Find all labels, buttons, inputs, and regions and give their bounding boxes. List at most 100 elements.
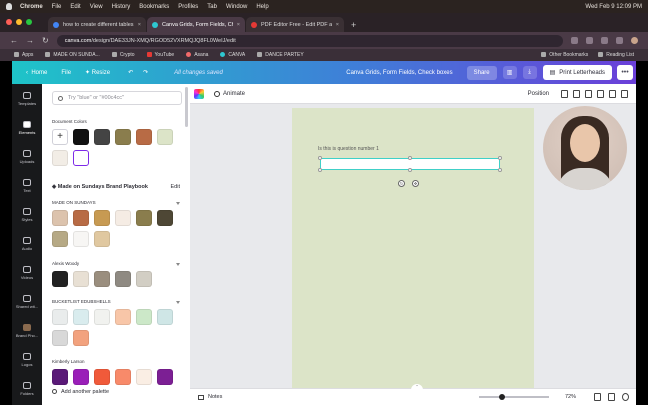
back-arrow-icon[interactable]: ← — [10, 36, 18, 45]
brand-color-swatch[interactable] — [115, 369, 131, 385]
rail-text[interactable]: Text — [12, 179, 42, 193]
minimize-window-button[interactable] — [16, 19, 22, 25]
lock-icon[interactable] — [597, 89, 604, 98]
rail-audio[interactable]: Audio — [12, 237, 42, 251]
menu-window[interactable]: Window — [226, 4, 247, 10]
document-color-swatch[interactable] — [73, 129, 89, 145]
document-color-swatch[interactable] — [52, 150, 68, 166]
home-button[interactable]: ‹ Home — [26, 70, 47, 76]
brand-color-swatch[interactable] — [136, 210, 152, 226]
brand-color-swatch[interactable] — [73, 330, 89, 346]
rail-styles[interactable]: Styles — [12, 208, 42, 222]
edit-brand-kit-button[interactable]: Edit — [171, 184, 180, 190]
document-title[interactable]: Canva Grids, Form Fields, Check boxes — [346, 70, 452, 76]
document-color-swatch[interactable] — [157, 129, 173, 145]
rail-templates[interactable]: Templates — [12, 92, 42, 106]
transparency-icon[interactable] — [573, 89, 580, 98]
bookmark-made-on-sundays[interactable]: MADE ON SUNDA... — [45, 52, 100, 58]
resize-handle[interactable] — [498, 168, 502, 172]
other-bookmarks[interactable]: Other Bookmarks — [541, 52, 588, 58]
menu-history[interactable]: History — [112, 4, 131, 10]
address-bar[interactable]: canva.com/design/DAE33JN-XMQ/RGOD52VXRMQ… — [56, 34, 563, 47]
zoom-slider-knob[interactable] — [498, 394, 505, 400]
resize-handle[interactable] — [408, 168, 412, 172]
menu-bookmarks[interactable]: Bookmarks — [139, 4, 169, 10]
brand-color-swatch[interactable] — [157, 369, 173, 385]
position-button[interactable]: Position — [528, 91, 549, 97]
brand-color-swatch[interactable] — [136, 309, 152, 325]
forward-arrow-icon[interactable]: → — [26, 36, 34, 45]
brand-color-swatch[interactable] — [94, 271, 110, 287]
color-search-input[interactable]: Try "blue" or "#00c4cc" — [52, 91, 182, 105]
design-page[interactable]: Is this is question number 1 ↻ ✥ — [292, 108, 534, 388]
brand-color-swatch[interactable] — [73, 309, 89, 325]
brand-color-swatch[interactable] — [73, 271, 89, 287]
bookmark-crypto[interactable]: Crypto — [111, 52, 135, 58]
bookmark-apps[interactable]: Apps — [14, 52, 33, 58]
bookmark-dance-partey[interactable]: DANCE PARTEY — [257, 52, 304, 58]
document-color-swatch[interactable] — [136, 129, 152, 145]
fullscreen-icon[interactable] — [608, 393, 615, 401]
brand-color-swatch[interactable] — [115, 210, 131, 226]
more-options-icon[interactable]: ••• — [617, 65, 633, 80]
brand-color-swatch[interactable] — [52, 271, 68, 287]
rail-elements[interactable]: Elements — [12, 121, 42, 135]
extension-icon[interactable] — [601, 37, 608, 44]
brand-color-swatch[interactable] — [52, 369, 68, 385]
brand-color-swatch[interactable] — [73, 210, 89, 226]
resize-handle[interactable] — [498, 156, 502, 160]
menu-file[interactable]: File — [52, 4, 62, 10]
brand-color-swatch[interactable] — [52, 210, 68, 226]
rotate-icon[interactable]: ↻ — [398, 180, 405, 187]
palette-expand-icon[interactable] — [176, 202, 180, 205]
menu-view[interactable]: View — [90, 4, 103, 10]
show-pages-chevron-icon[interactable]: ⌃ — [411, 384, 423, 390]
rail-brand-photos[interactable]: Brand Pho... — [12, 324, 42, 338]
add-palette-button[interactable]: Add another palette — [52, 389, 109, 395]
brand-color-swatch[interactable] — [52, 330, 68, 346]
undo-icon[interactable]: ↶ — [128, 69, 133, 76]
insights-chart-icon[interactable]: ▥ — [502, 66, 517, 79]
document-color-swatch[interactable] — [115, 129, 131, 145]
brand-color-swatch[interactable] — [115, 271, 131, 287]
brand-color-swatch[interactable] — [157, 309, 173, 325]
add-color-button[interactable]: + — [52, 129, 68, 145]
share-button[interactable]: Share — [466, 65, 497, 80]
apple-icon[interactable] — [6, 3, 12, 10]
rail-logos[interactable]: Logos — [12, 353, 42, 367]
browser-tab[interactable]: PDF Editor Free - Edit PDF an × — [246, 17, 344, 32]
palette-expand-icon[interactable] — [176, 301, 180, 304]
browser-tab-active[interactable]: Canva Grids, Form Fields, Ch × — [147, 17, 245, 32]
notes-button[interactable]: Notes — [198, 394, 222, 400]
close-tab-icon[interactable]: × — [336, 22, 339, 28]
close-window-button[interactable] — [6, 19, 12, 25]
palette-expand-icon[interactable] — [176, 263, 180, 266]
link-icon[interactable] — [585, 89, 592, 98]
zoom-slider[interactable] — [478, 394, 549, 400]
menu-edit[interactable]: Edit — [70, 4, 80, 10]
rail-uploads[interactable]: Uploads — [12, 150, 42, 164]
resize-handle[interactable] — [408, 156, 412, 160]
rail-shared-with-you[interactable]: Shared wit... — [12, 295, 42, 309]
brand-color-swatch[interactable] — [52, 309, 68, 325]
extension-icon[interactable] — [616, 37, 623, 44]
resize-handle[interactable] — [318, 156, 322, 160]
brand-color-swatch[interactable] — [94, 210, 110, 226]
brand-color-swatch[interactable] — [73, 369, 89, 385]
color-picker-icon[interactable] — [194, 88, 204, 99]
brand-color-swatch[interactable] — [94, 369, 110, 385]
menu-help[interactable]: Help — [256, 4, 268, 10]
move-icon[interactable]: ✥ — [412, 180, 419, 187]
file-menu-button[interactable]: File — [61, 70, 71, 76]
profile-avatar-icon[interactable] — [631, 37, 638, 44]
brand-color-swatch[interactable] — [94, 231, 110, 247]
brand-color-swatch[interactable] — [73, 231, 89, 247]
download-icon[interactable]: ⤓ — [522, 66, 537, 79]
document-color-swatch[interactable] — [94, 129, 110, 145]
trash-icon[interactable] — [621, 89, 628, 98]
redo-icon[interactable]: ↷ — [143, 69, 148, 76]
brand-color-swatch[interactable] — [157, 210, 173, 226]
print-letterheads-button[interactable]: ▤ Print Letterheads — [542, 65, 612, 80]
resize-handle[interactable] — [318, 168, 322, 172]
rail-videos[interactable]: Videos — [12, 266, 42, 280]
